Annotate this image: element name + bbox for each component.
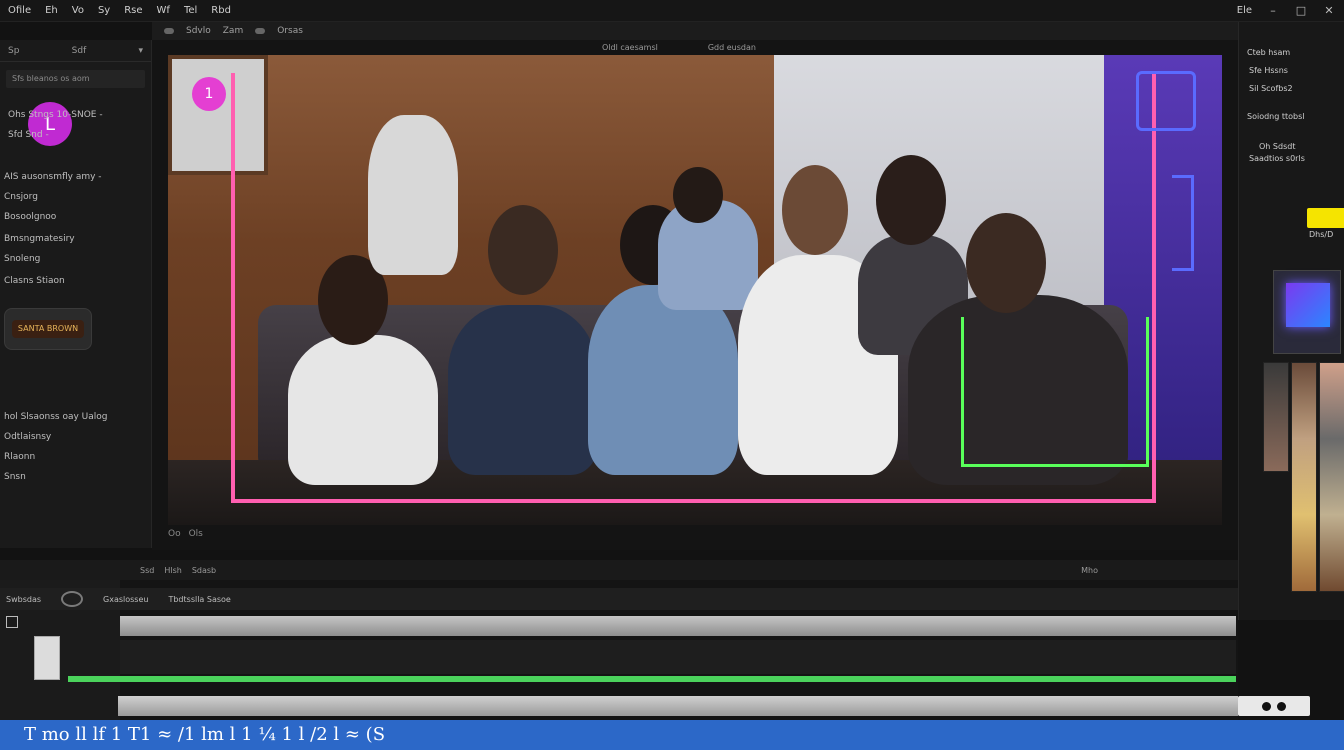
clip-strip[interactable] — [1263, 362, 1289, 472]
toolbar-item-sdvlo[interactable]: Sdvlo — [186, 26, 211, 36]
list-item[interactable]: Snsn — [4, 472, 26, 482]
toolbar: Sdvlo Zam Orsas — [152, 22, 1238, 40]
menu-item-rbd[interactable]: Rbd — [211, 5, 231, 16]
left-header-label: Sp — [8, 45, 20, 56]
menu-item-edit[interactable]: Eh — [45, 5, 58, 16]
menu-item-file[interactable]: Ofile — [8, 5, 31, 16]
ruler-label: Tbdtsslla Sasoe — [168, 594, 231, 604]
timecode-readout: Mho — [1081, 565, 1098, 575]
viewer-footer-icon[interactable]: Oo — [168, 529, 181, 539]
left-header-title: Sdf — [71, 45, 87, 56]
viewer-footer-label: Ols — [188, 529, 203, 539]
search-input[interactable]: Sfs bleanos os aom — [6, 70, 145, 88]
menubar: Ofile Eh Vo Sy Rse Wf Tel Rbd Ele – □ ✕ — [0, 0, 1344, 22]
frame-step-badge: 1 — [192, 77, 226, 111]
blue-marker-square — [1136, 71, 1196, 131]
menu-item-tel[interactable]: Tel — [184, 5, 197, 16]
blue-marker-bracket — [1172, 175, 1194, 271]
tab-viewer-1[interactable]: Oldl caesamsl — [602, 43, 658, 52]
list-item[interactable]: Odtlaisnsy — [4, 432, 51, 442]
toolbar-item-zam[interactable]: Zam — [223, 26, 243, 36]
list-item[interactable]: AIS ausonsmfly amy - — [4, 172, 102, 182]
list-item[interactable]: Sfd Snd - — [8, 130, 49, 140]
timeline-controls: Ssd Hlsh Sdasb Mho — [0, 560, 1238, 580]
menu-item-view[interactable]: Vo — [72, 5, 84, 16]
menu-item-wf[interactable]: Wf — [157, 5, 170, 16]
clip-strip[interactable] — [1291, 362, 1317, 592]
track-thumbnail[interactable] — [34, 636, 60, 680]
viewer-footer: Oo Ols — [168, 524, 1222, 544]
clip-strip[interactable] — [1319, 362, 1344, 592]
tab-viewer-2[interactable]: Gdd eusdan — [708, 43, 756, 52]
camera-icon[interactable] — [61, 591, 84, 607]
menu-item-sy[interactable]: Sy — [98, 5, 110, 16]
timeline-control[interactable]: Ssd — [140, 566, 154, 575]
video-clip[interactable] — [120, 616, 1236, 636]
right-panel-line: Cteb hsam — [1247, 48, 1291, 57]
zoom-dot-icon — [1277, 701, 1286, 711]
zoom-control[interactable] — [1238, 696, 1310, 716]
timeline-ruler: Swbsdas Gxaslosseu Tbdtsslla Sasoe — [0, 588, 1238, 610]
list-item[interactable]: Snoleng — [4, 254, 40, 264]
track-lane — [120, 640, 1236, 674]
left-panel-header: Sp Sdf ▾ — [0, 40, 151, 62]
right-panel-line: Saadtios s0rls — [1249, 154, 1305, 163]
timeline-control[interactable]: Hlsh — [164, 566, 181, 575]
toolbar-toggle-icon[interactable] — [255, 28, 266, 34]
right-panel-line: Sil Scofbs2 — [1249, 84, 1293, 93]
video-clip[interactable] — [118, 696, 1238, 716]
list-item[interactable]: Clasns Stiaon — [4, 276, 65, 286]
track-lock-icon[interactable] — [6, 616, 18, 628]
video-viewer: Oldl caesamsl Gdd eusdan 1 Oo Ols — [152, 40, 1238, 550]
asset-thumbnail[interactable]: SANTA BROWN MOS — [4, 308, 92, 350]
chevron-down-icon[interactable]: ▾ — [138, 46, 143, 56]
green-selection-bracket — [961, 317, 1149, 467]
right-panel: Cteb hsam Sfe Hssns Sil Scofbs2 Soiodng … — [1238, 22, 1344, 620]
toolbar-record-icon[interactable] — [164, 28, 174, 34]
viewer-tabs: Oldl caesamsl Gdd eusdan — [152, 40, 1238, 54]
close-icon[interactable]: ✕ — [1322, 4, 1336, 17]
list-item[interactable]: Rlaonn — [4, 452, 35, 462]
timeline: Swbsdas Gxaslosseu Tbdtsslla Sasoe — [0, 580, 1238, 720]
list-item[interactable]: Bosoolgnoo — [4, 212, 56, 222]
effect-preview-glow — [1286, 283, 1330, 327]
minimize-icon[interactable]: – — [1266, 4, 1280, 17]
maximize-icon[interactable]: □ — [1294, 4, 1308, 17]
right-panel-line: Oh Sdsdt — [1259, 142, 1296, 151]
caption-bar: T mo ll lf 1 T1 ≈ /1 lm l 1 ¼ 1 l /2 l ≈… — [0, 720, 1344, 750]
right-panel-line: Soiodng ttobsl — [1247, 112, 1305, 121]
window-label: Ele — [1236, 5, 1252, 16]
ruler-label: Swbsdas — [6, 594, 42, 604]
list-item[interactable]: hol Slsaonss oay Ualog — [4, 412, 107, 422]
video-frame[interactable]: 1 — [168, 55, 1222, 525]
list-item[interactable]: Ohs Stngs 10-SNOE - — [8, 110, 103, 120]
caption-text: T mo ll lf 1 T1 ≈ /1 lm l 1 ¼ 1 l /2 l ≈… — [24, 724, 386, 745]
right-panel-line: Sfe Hssns — [1249, 66, 1288, 75]
list-item[interactable]: Bmsngmatesiry — [4, 234, 75, 244]
zoom-dot-icon — [1262, 701, 1271, 711]
right-panel-line: Dhs/D — [1309, 230, 1334, 239]
menu-item-rse[interactable]: Rse — [124, 5, 142, 16]
audio-waveform-track[interactable] — [68, 676, 1236, 682]
toolbar-item-orsas[interactable]: Orsas — [277, 26, 303, 36]
effect-preview-thumbnail[interactable] — [1273, 270, 1341, 354]
left-panel: Sp Sdf ▾ Sfs bleanos os aom L Ohs Stngs … — [0, 40, 152, 548]
ruler-label: Gxaslosseu — [103, 594, 149, 604]
asset-label: SANTA BROWN MOS — [12, 320, 84, 338]
yellow-color-swatch[interactable] — [1307, 208, 1344, 228]
list-item[interactable]: Cnsjorg — [4, 192, 38, 202]
timeline-control[interactable]: Sdasb — [192, 566, 216, 575]
